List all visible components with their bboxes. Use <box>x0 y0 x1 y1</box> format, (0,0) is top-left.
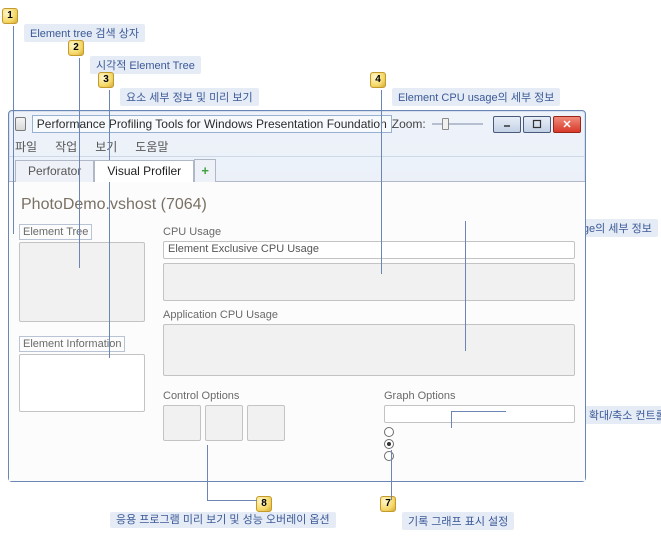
app-window: Performance Profiling Tools for Windows … <box>8 110 586 482</box>
menu-help[interactable]: 도움말 <box>135 138 168 155</box>
tab-visual-profiler[interactable]: Visual Profiler <box>94 160 194 182</box>
menu-actions[interactable]: 작업 <box>55 138 77 155</box>
leader-8v <box>207 445 208 500</box>
callout-7: 7 <box>380 496 400 512</box>
tab-visual-profiler-label: Visual Profiler <box>107 164 181 178</box>
graph-range-field[interactable] <box>384 405 575 423</box>
cpu-usage-label: CPU Usage <box>163 225 221 239</box>
leader-6h <box>451 411 506 412</box>
graph-options-label: Graph Options <box>384 389 456 403</box>
callout-num-8: 8 <box>256 496 272 512</box>
callout-2: 2 <box>68 40 88 56</box>
leader-6v <box>451 411 452 428</box>
callout-3-text: 요소 세부 정보 및 미리 보기 <box>120 88 259 106</box>
maximize-button[interactable] <box>523 116 551 133</box>
callout-4-label: Element CPU usage의 세부 정보 <box>392 88 560 106</box>
callout-8: 8 <box>256 496 276 512</box>
leader-4 <box>381 90 382 274</box>
tabstrip: Perforator Visual Profiler + <box>9 157 585 181</box>
system-icon <box>15 117 26 131</box>
callout-3: 3 <box>98 72 118 88</box>
callout-num-2: 2 <box>68 40 84 56</box>
tab-add[interactable]: + <box>194 159 216 182</box>
leader-1 <box>13 26 14 234</box>
element-info-box <box>19 354 145 412</box>
zoom-label: Zoom: <box>392 117 426 131</box>
callout-num-1: 1 <box>2 8 18 24</box>
titlebar: Performance Profiling Tools for Windows … <box>9 111 585 137</box>
leader-5 <box>465 221 466 351</box>
callout-8-label: 응용 프로그램 미리 보기 및 성능 오버레이 옵션 <box>110 512 336 528</box>
app-cpu-label: Application CPU Usage <box>163 308 278 322</box>
leader-8h <box>207 500 257 501</box>
close-button[interactable] <box>553 116 581 133</box>
menubar: 파일 작업 보기 도움말 <box>9 137 585 157</box>
tab-perforator-label: Perforator <box>28 164 81 178</box>
menu-file[interactable]: 파일 <box>15 138 37 155</box>
leader-2 <box>79 58 80 268</box>
element-exclusive-cpu-label: Element Exclusive CPU Usage <box>168 243 319 255</box>
control-option-1[interactable] <box>163 405 201 441</box>
element-tree-label: Element Tree <box>19 224 92 240</box>
window-title: Performance Profiling Tools for Windows … <box>32 115 392 133</box>
callout-num-7: 7 <box>380 496 396 512</box>
leader-3 <box>109 90 110 358</box>
plus-icon: + <box>201 163 209 178</box>
graph-radio-1[interactable] <box>384 427 394 437</box>
menu-view[interactable]: 보기 <box>95 138 117 155</box>
control-options-label: Control Options <box>163 389 239 403</box>
zoom-slider[interactable] <box>432 118 483 130</box>
callout-7-text: 기록 그래프 표시 설정 <box>402 512 514 530</box>
control-option-2[interactable] <box>205 405 243 441</box>
element-tree-box[interactable] <box>19 242 145 322</box>
callout-3-label: 요소 세부 정보 및 미리 보기 <box>120 88 259 106</box>
graph-radio-group <box>384 427 575 461</box>
control-option-3[interactable] <box>247 405 285 441</box>
app-cpu-graph <box>163 324 575 376</box>
callout-num-4: 4 <box>370 72 386 88</box>
callout-7-label: 기록 그래프 표시 설정 <box>402 512 514 530</box>
callout-1: 1 <box>2 8 22 24</box>
client-area: PhotoDemo.vshost (7064) Element Tree Ele… <box>9 181 585 481</box>
minimize-button[interactable] <box>493 116 521 133</box>
callout-8-text: 응용 프로그램 미리 보기 및 성능 오버레이 옵션 <box>110 512 336 528</box>
element-cpu-graph <box>163 263 575 301</box>
callout-4: 4 <box>370 72 390 88</box>
callout-4-text: Element CPU usage의 세부 정보 <box>392 88 560 106</box>
leader-7 <box>391 450 392 500</box>
graph-radio-3[interactable] <box>384 451 394 461</box>
process-title: PhotoDemo.vshost (7064) <box>21 196 575 214</box>
element-exclusive-cpu-box[interactable]: Element Exclusive CPU Usage <box>163 241 575 259</box>
graph-radio-2[interactable] <box>384 439 394 449</box>
tab-perforator[interactable]: Perforator <box>15 160 94 182</box>
callout-num-3: 3 <box>98 72 114 88</box>
zoom-thumb[interactable] <box>442 118 449 130</box>
